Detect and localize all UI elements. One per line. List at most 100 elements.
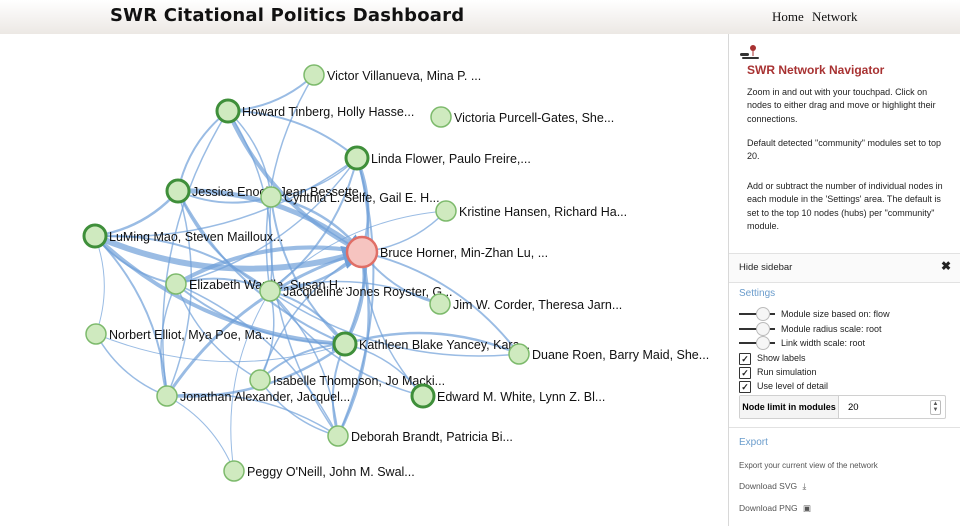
node-label: Jim W. Corder, Theresa Jarn... xyxy=(453,298,622,312)
settings-heading[interactable]: Settings xyxy=(739,288,775,299)
node-label: Kristine Hansen, Richard Ha... xyxy=(459,205,627,219)
checkbox[interactable]: ✓ xyxy=(739,353,751,365)
node-circle[interactable] xyxy=(82,223,108,249)
export-heading[interactable]: Export xyxy=(739,437,768,448)
node-label: Cynthia L. Selfe, Gail E. H... xyxy=(284,191,440,205)
node-circle[interactable] xyxy=(508,343,530,365)
info-text-default: Default detected "community" modules set… xyxy=(747,138,941,162)
checkbox-show-labels[interactable]: ✓ Show labels xyxy=(739,352,939,365)
network-edge xyxy=(95,333,169,398)
node-label: Peggy O'Neill, John M. Swal... xyxy=(247,465,415,479)
network-node[interactable]: LuMing Mao, Steven Mailloux... xyxy=(82,223,283,249)
divider xyxy=(729,427,960,428)
slider-module-size[interactable]: Module size based on: flow xyxy=(739,307,939,321)
node-label: Jacqueline Jones Royster, G... xyxy=(283,285,453,299)
network-canvas[interactable]: Victor Villanueva, Mina P. ... Howard Tin… xyxy=(0,34,728,526)
node-circle[interactable] xyxy=(85,323,107,345)
node-label: Jonathan Alexander, Jacquel... xyxy=(180,390,350,404)
network-node[interactable]: Victor Villanueva, Mina P. ... xyxy=(303,64,481,86)
node-label: LuMing Mao, Steven Mailloux... xyxy=(109,230,283,244)
checkbox-label: Use level of detail xyxy=(757,381,829,391)
info-text-settings: Add or subtract the number of individual… xyxy=(747,181,943,232)
network-edge xyxy=(259,379,340,438)
network-node[interactable]: Peggy O'Neill, John M. Swal... xyxy=(223,460,415,482)
network-node[interactable]: Linda Flower, Paulo Freire,... xyxy=(344,145,531,171)
node-circle[interactable] xyxy=(260,186,282,208)
checkbox-run-simulation[interactable]: ✓ Run simulation xyxy=(739,366,939,379)
checkbox-level-of-detail[interactable]: ✓ Use level of detail xyxy=(739,380,939,393)
header-bar: SWR Citational Politics Dashboard Home N… xyxy=(0,0,960,34)
node-label: Deborah Brandt, Patricia Bi... xyxy=(351,430,513,444)
node-circle[interactable] xyxy=(430,106,452,128)
navigator-title: SWR Network Navigator xyxy=(747,63,885,77)
hide-sidebar-label: Hide sidebar xyxy=(739,262,793,273)
network-node[interactable]: Kristine Hansen, Richard Ha... xyxy=(435,200,627,222)
node-label: Howard Tinberg, Holly Hasse... xyxy=(242,105,414,119)
slider-label: Module radius scale: root xyxy=(781,324,882,334)
nav-network[interactable]: Network xyxy=(812,9,858,25)
checkbox-label: Show labels xyxy=(757,353,806,363)
node-label: Duane Roen, Barry Maid, She... xyxy=(532,348,709,362)
module-size-slider[interactable] xyxy=(739,307,775,321)
checkbox-label: Run simulation xyxy=(757,367,817,377)
image-icon: ▣ xyxy=(802,503,811,513)
node-circle[interactable] xyxy=(215,98,241,124)
slider-label: Link width scale: root xyxy=(781,338,866,348)
slider-link-width[interactable]: Link width scale: root xyxy=(739,336,939,350)
download-png-label: Download PNG xyxy=(739,503,798,513)
node-circle[interactable] xyxy=(344,145,370,171)
download-icon: ⤓ xyxy=(802,481,807,491)
node-circle[interactable] xyxy=(345,235,379,269)
export-description: Export your current view of the network xyxy=(739,461,878,470)
node-limit-input[interactable] xyxy=(846,399,920,415)
network-node[interactable]: Kathleen Blake Yancey, Kara... xyxy=(332,331,530,357)
network-node[interactable]: Howard Tinberg, Holly Hasse... xyxy=(215,98,414,124)
download-png-link[interactable]: Download PNG ▣ xyxy=(739,503,811,514)
close-icon[interactable]: ✖ xyxy=(941,259,951,273)
sidebar: SWR Network Navigator Zoom in and out wi… xyxy=(728,34,960,526)
network-edge xyxy=(166,395,235,472)
node-label: Kathleen Blake Yancey, Kara... xyxy=(359,338,530,352)
network-node[interactable]: Deborah Brandt, Patricia Bi... xyxy=(327,425,513,447)
node-label: Victor Villanueva, Mina P. ... xyxy=(327,69,481,83)
node-circle[interactable] xyxy=(223,460,245,482)
module-radius-slider[interactable] xyxy=(739,322,775,336)
node-circle[interactable] xyxy=(429,293,451,315)
node-circle[interactable] xyxy=(303,64,325,86)
info-text-usage: Zoom in and out with your touchpad. Clic… xyxy=(747,87,936,124)
network-graph[interactable]: Victor Villanueva, Mina P. ... Howard Tin… xyxy=(0,34,728,526)
node-label: Norbert Elliot, Mya Poe, Ma... xyxy=(109,328,272,342)
node-label: Bruce Horner, Min-Zhan Lu, ... xyxy=(380,246,548,260)
node-circle[interactable] xyxy=(249,369,271,391)
download-svg-label: Download SVG xyxy=(739,481,798,491)
checkbox[interactable]: ✓ xyxy=(739,381,751,393)
slider-label: Module size based on: flow xyxy=(781,309,890,319)
node-circle[interactable] xyxy=(165,273,187,295)
network-node[interactable]: Bruce Horner, Min-Zhan Lu, ... xyxy=(345,235,548,269)
slider-module-radius[interactable]: Module radius scale: root xyxy=(739,322,939,336)
node-circle[interactable] xyxy=(165,178,191,204)
node-label: Edward M. White, Lynn Z. Bl... xyxy=(437,390,605,404)
node-label: Victoria Purcell-Gates, She... xyxy=(454,111,614,125)
link-width-slider[interactable] xyxy=(739,336,775,350)
node-circle[interactable] xyxy=(156,385,178,407)
app-title: SWR Citational Politics Dashboard xyxy=(110,5,465,26)
network-node[interactable]: Edward M. White, Lynn Z. Bl... xyxy=(410,383,605,409)
hide-sidebar-bar[interactable]: Hide sidebar ✖ xyxy=(729,253,960,283)
node-label: Linda Flower, Paulo Freire,... xyxy=(371,152,531,166)
network-edge xyxy=(94,235,105,335)
network-logo-icon xyxy=(740,45,759,59)
node-circle[interactable] xyxy=(410,383,436,409)
node-circle[interactable] xyxy=(332,331,358,357)
node-circle[interactable] xyxy=(259,280,281,302)
network-node[interactable]: Victoria Purcell-Gates, She... xyxy=(430,106,614,128)
node-limit-field[interactable]: Node limit in modules ▲▼ xyxy=(739,395,946,419)
download-svg-link[interactable]: Download SVG ⤓ xyxy=(739,481,806,492)
node-circle[interactable] xyxy=(435,200,457,222)
checkbox[interactable]: ✓ xyxy=(739,367,751,379)
network-node[interactable]: Duane Roen, Barry Maid, She... xyxy=(508,343,709,365)
network-node[interactable]: Jim W. Corder, Theresa Jarn... xyxy=(429,293,622,315)
nav-home[interactable]: Home xyxy=(772,9,804,25)
stepper-icon[interactable]: ▲ ▼ xyxy=(930,400,941,415)
node-circle[interactable] xyxy=(327,425,349,447)
